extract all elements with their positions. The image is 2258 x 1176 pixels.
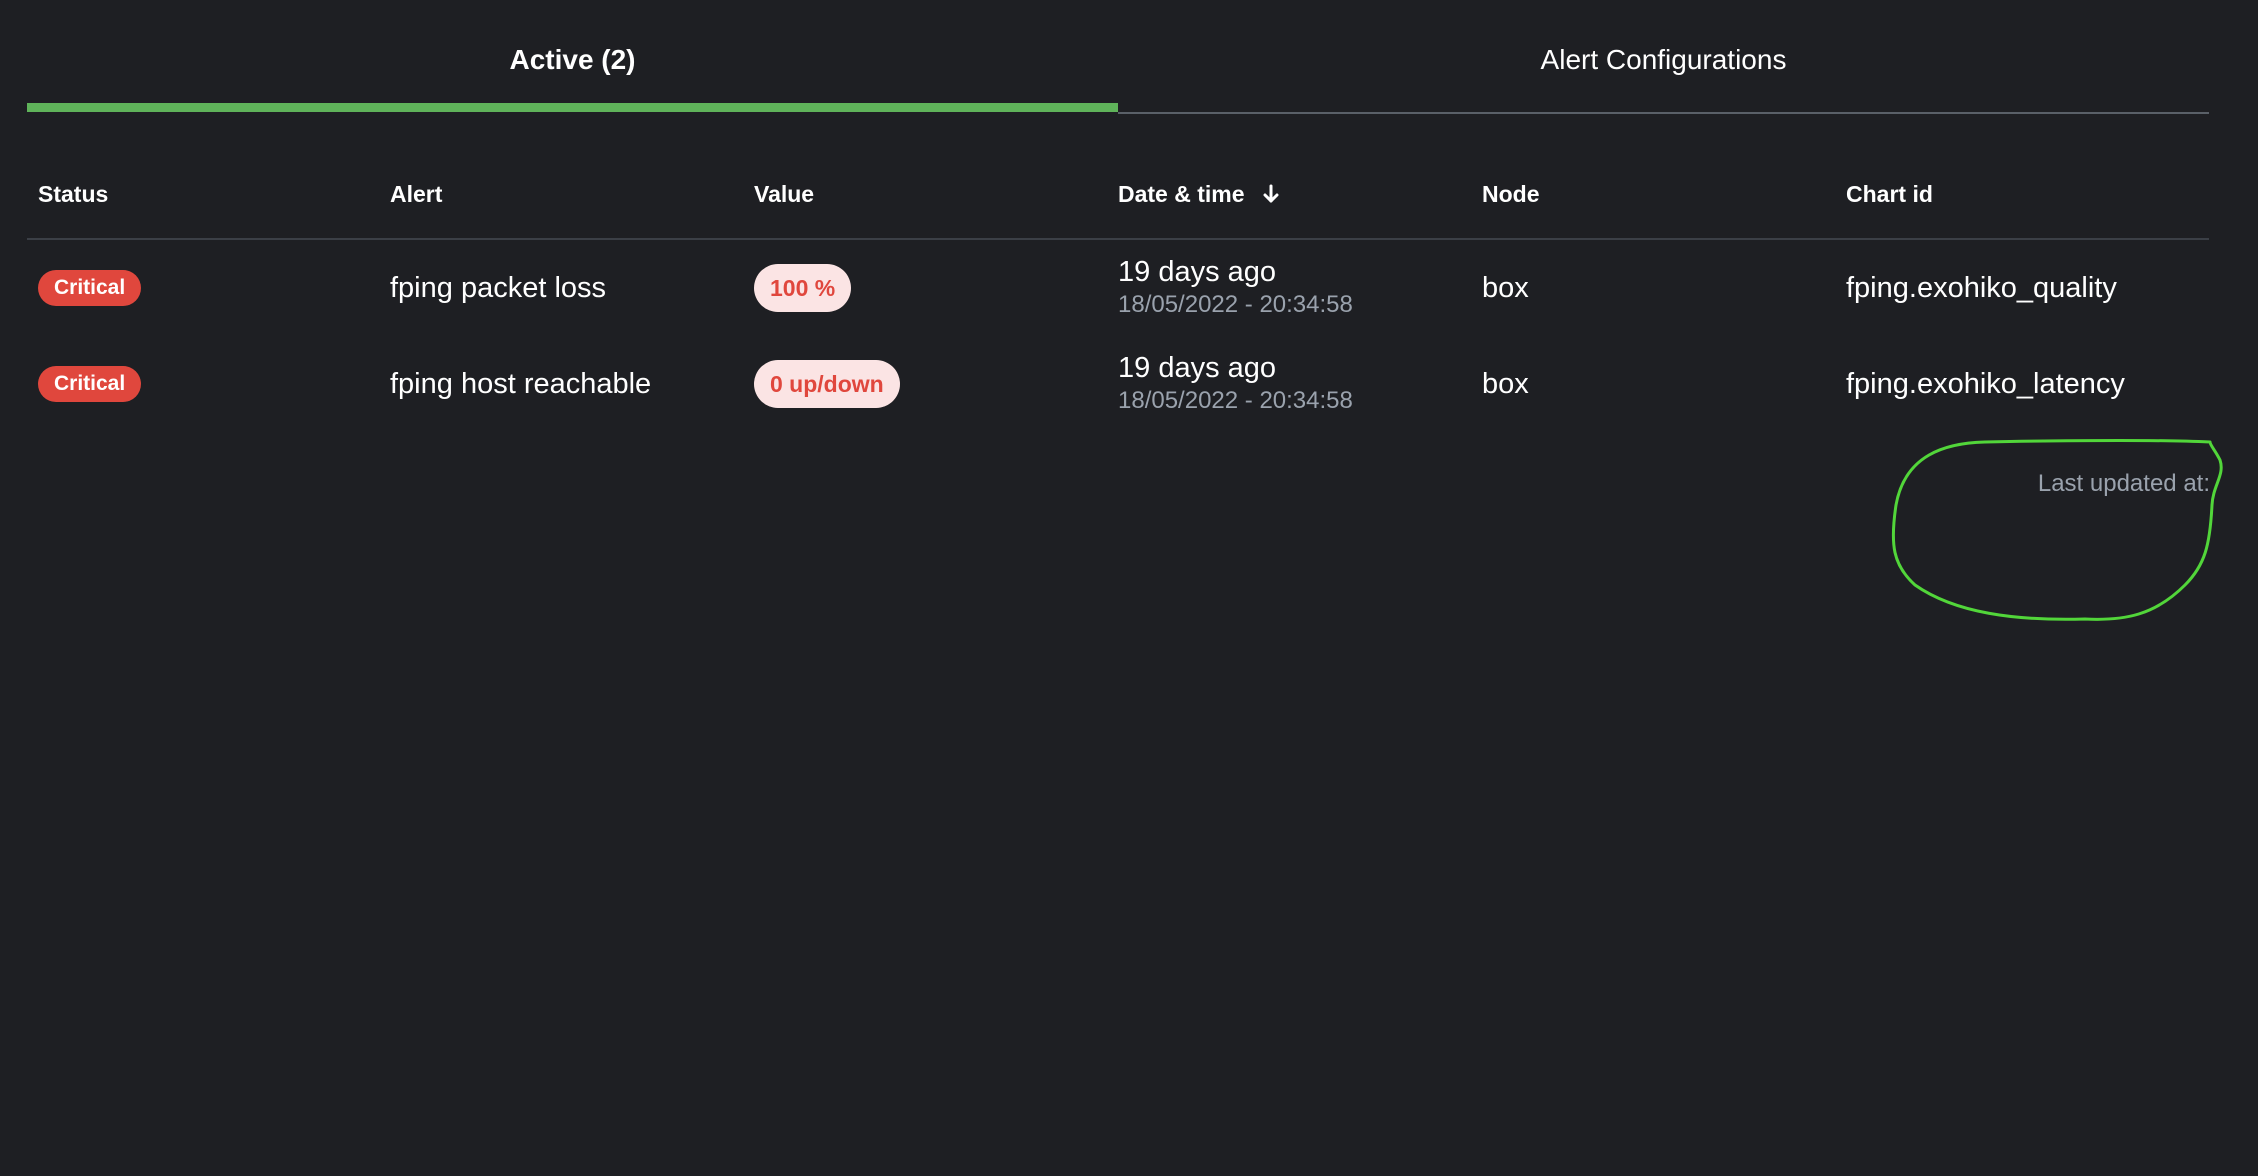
annotation-circle xyxy=(1891,439,2223,621)
tab-alert-configurations-indicator xyxy=(1118,112,2209,114)
alerts-panel: Active (2) Alert Configurations Status A… xyxy=(0,0,2258,1176)
table-row[interactable]: Critical fping host reachable 0 up/down … xyxy=(27,336,2209,432)
value-pill: 0 up/down xyxy=(754,360,900,408)
table-row[interactable]: Critical fping packet loss 100 % 19 days… xyxy=(27,240,2209,336)
status-cell: Critical xyxy=(27,270,379,306)
date-relative: 19 days ago xyxy=(1118,352,1277,384)
date-absolute: 18/05/2022 - 20:34:58 xyxy=(1118,387,1353,414)
status-badge: Critical xyxy=(38,366,142,402)
header-status[interactable]: Status xyxy=(27,181,379,208)
alert-name: fping packet loss xyxy=(390,271,607,304)
status-badge: Critical xyxy=(38,270,142,306)
header-value[interactable]: Value xyxy=(743,181,1107,208)
arrow-down-icon[interactable] xyxy=(1263,184,1279,204)
header-date-time-label: Date & time xyxy=(1118,180,1245,207)
tab-active[interactable]: Active (2) xyxy=(27,0,1118,114)
table-header: Status Alert Value Date & time Node Char… xyxy=(27,150,2209,240)
tab-active-label: Active (2) xyxy=(509,44,636,75)
header-alert[interactable]: Alert xyxy=(379,181,743,208)
tab-alert-configurations[interactable]: Alert Configurations xyxy=(1118,0,2209,114)
node-name: box xyxy=(1482,367,1529,400)
last-updated-label: Last updated at: xyxy=(2037,470,2210,497)
header-chart-id[interactable]: Chart id xyxy=(1835,181,2209,208)
header-date-time[interactable]: Date & time xyxy=(1107,181,1471,208)
date-absolute: 18/05/2022 - 20:34:58 xyxy=(1118,291,1353,318)
chart-id: fping.exohiko_quality xyxy=(1846,271,2117,304)
tab-active-indicator xyxy=(27,103,1118,112)
date-block: 19 days ago 18/05/2022 - 20:34:58 xyxy=(1118,255,1353,321)
date-block: 19 days ago 18/05/2022 - 20:34:58 xyxy=(1118,351,1353,417)
chart-id: fping.exohiko_latency xyxy=(1846,367,2125,400)
alert-name: fping host reachable xyxy=(390,367,652,400)
date-cell: 19 days ago 18/05/2022 - 20:34:58 xyxy=(1107,255,1471,321)
node-name: box xyxy=(1482,271,1529,304)
value-pill: 100 % xyxy=(754,264,852,312)
value-cell: 100 % xyxy=(743,264,1107,312)
alerts-table: Status Alert Value Date & time Node Char… xyxy=(27,150,2209,432)
tab-bar: Active (2) Alert Configurations xyxy=(27,0,2209,114)
date-cell: 19 days ago 18/05/2022 - 20:34:58 xyxy=(1107,351,1471,417)
status-cell: Critical xyxy=(27,366,379,402)
tab-alert-configurations-label: Alert Configurations xyxy=(1540,44,1787,75)
header-node[interactable]: Node xyxy=(1471,181,1835,208)
date-relative: 19 days ago xyxy=(1118,256,1277,288)
value-cell: 0 up/down xyxy=(743,360,1107,408)
